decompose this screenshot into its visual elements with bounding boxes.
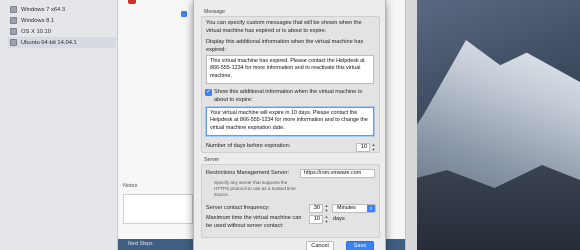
days-before-field[interactable]: 10: [356, 143, 370, 152]
days-before-stepper[interactable]: ▲ ▼: [371, 142, 376, 152]
notes-label: Notes: [123, 183, 138, 189]
server-help-text: Specify any server that supports the HTT…: [214, 180, 296, 197]
vm-list-item-selected[interactable]: Ubuntu 64-bit 14.04.1: [8, 37, 116, 48]
about-to-expire-checkbox[interactable]: ✓: [205, 89, 212, 96]
about-to-expire-label: Show this additional information when th…: [214, 89, 363, 103]
restrictions-server-label: Restrictions Management Server:: [206, 170, 290, 176]
message-group-title: Message: [204, 9, 226, 15]
vm-name: OS X 10.10: [21, 28, 51, 35]
max-time-stepper[interactable]: ▲ ▼: [324, 214, 329, 224]
save-button[interactable]: Save: [346, 241, 374, 250]
vm-list-item[interactable]: Windows 8.1: [8, 15, 116, 26]
restrictions-server-input[interactable]: https://rsm.vmware.com: [300, 169, 375, 178]
expired-message-label: Display this additional information when…: [206, 39, 364, 53]
vm-icon: [10, 6, 17, 13]
expiration-settings-sheet: Message You can specify custom messages …: [193, 0, 386, 250]
server-group-title: Server: [204, 157, 220, 163]
intro-text: You can specify custom messages that wil…: [206, 20, 362, 34]
vm-list-item[interactable]: OS X 10.10: [8, 26, 116, 37]
window-edge: [405, 0, 417, 250]
contact-frequency-label: Server contact frequency:: [206, 205, 270, 211]
selected-unit: Minutes: [337, 205, 356, 211]
contact-frequency-field[interactable]: 30: [309, 204, 323, 213]
vm-list-item[interactable]: Windows 7 x64 3: [8, 4, 116, 15]
cancel-button[interactable]: Cancel: [306, 241, 334, 250]
chevron-updown-icon: ⇕: [367, 205, 375, 212]
vm-library-sidebar: Windows 7 x64 3 Windows 8.1 OS X 10.10 U…: [0, 0, 118, 250]
vm-name: Windows 7 x64 3: [21, 6, 66, 13]
status-badge: [128, 0, 136, 4]
contact-frequency-unit-select[interactable]: Minutes ⇕: [332, 204, 376, 213]
expired-message-field[interactable]: This virtual machine has expired. Please…: [206, 55, 374, 84]
max-time-label: Maximum time the virtual machine can be …: [206, 215, 302, 229]
notes-field[interactable]: [123, 194, 193, 224]
vm-icon: [10, 39, 17, 46]
checkbox-checked[interactable]: [181, 11, 187, 17]
contact-frequency-stepper[interactable]: ▲ ▼: [324, 203, 329, 213]
vm-icon: [10, 28, 17, 35]
max-time-unit: days: [333, 216, 345, 222]
vm-name: Ubuntu 64-bit 14.04.1: [21, 39, 77, 46]
days-before-label: Number of days before expiration:: [206, 143, 291, 149]
max-time-field[interactable]: 10: [309, 215, 323, 224]
next-steps-button[interactable]: Next Steps: [128, 241, 152, 247]
vm-name: Windows 8.1: [21, 17, 55, 24]
vm-icon: [10, 17, 17, 24]
about-to-expire-message-field[interactable]: Your virtual machine will expire in 10 d…: [206, 107, 374, 136]
